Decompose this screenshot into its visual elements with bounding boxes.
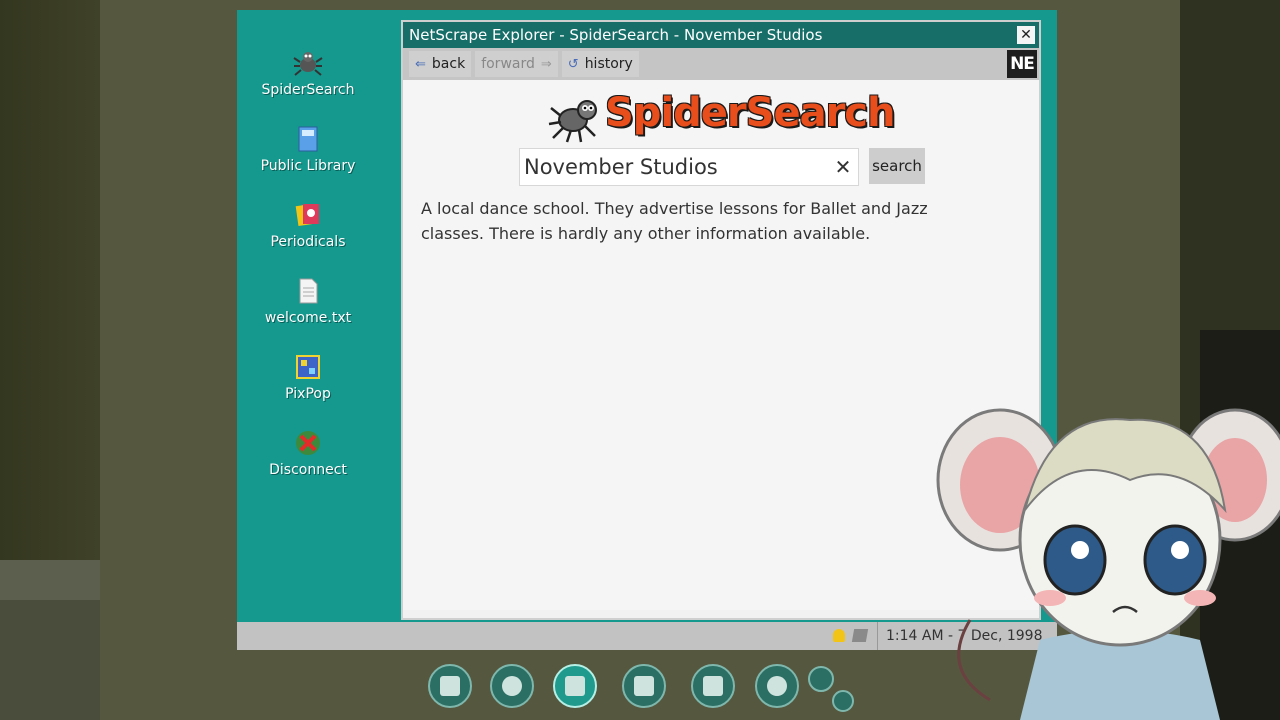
history-label: history [584,56,633,72]
notepad-icon [703,676,723,696]
files-icon [440,676,460,696]
dock-button-computer[interactable] [553,664,597,708]
desktop-icon-welcome-txt[interactable]: welcome.txt [237,276,379,326]
window-titlebar[interactable]: NetScrape Explorer - SpiderSearch - Nove… [403,22,1039,48]
lightbulb-icon [767,676,787,696]
desktop-icon-label: Public Library [260,158,356,174]
clear-search-button[interactable]: ✕ [830,153,856,181]
search-result-text: A local dance school. They advertise les… [421,199,928,243]
shelf-top [0,560,100,600]
dock-button-search[interactable] [490,664,534,708]
mouse-character-avatar [936,408,1280,720]
magazines-icon [295,203,319,227]
paint-icon [296,355,320,379]
notification-bell-icon[interactable] [833,629,845,642]
history-icon: ↺ [567,56,579,72]
search-field[interactable]: ✕ [519,148,859,186]
desktop-icon-spidersearch[interactable]: SpiderSearch [237,48,379,98]
dock-button-home[interactable] [622,664,666,708]
desktop-icon-label: Disconnect [269,462,347,478]
search-input[interactable] [524,153,824,181]
arrow-left-icon: ⇐ [415,56,426,72]
desktop-icon-disconnect[interactable]: Disconnect [237,428,379,478]
close-button[interactable]: ✕ [1017,26,1035,44]
magnifier-icon [502,676,522,696]
spidersearch-logo-text: SpiderSearch [605,90,895,136]
spidersearch-logo: SpiderSearch [547,88,907,144]
clear-icon: ✕ [834,155,852,179]
desktop-icon-label: PixPop [285,386,331,402]
dock-button-ideas[interactable] [755,664,799,708]
dock-button-tape[interactable] [808,666,834,692]
spider-logo-icon [548,100,597,143]
back-label: back [431,56,466,72]
network-icon[interactable] [851,629,869,642]
desktop-icon-pixpop[interactable]: PixPop [237,352,379,402]
window-title: NetScrape Explorer - SpiderSearch - Nove… [409,26,823,44]
close-icon: ✕ [1020,27,1032,43]
desktop-icon-label: Periodicals [270,234,346,250]
desktop-icon-label: SpiderSearch [261,82,355,98]
spider-icon [293,52,323,76]
desktop-icon-label: welcome.txt [264,310,352,326]
home-icon [634,676,654,696]
forward-label: forward [481,56,535,72]
dock-button-files[interactable] [428,664,472,708]
computer-icon [565,676,585,696]
browser-toolbar: ⇐ back forward ⇒ ↺ history NE [403,48,1039,80]
desktop-icon-public-library[interactable]: Public Library [237,124,379,174]
back-button[interactable]: ⇐ back [409,51,472,77]
forward-button[interactable]: forward ⇒ [475,51,558,77]
disconnect-icon [296,431,320,455]
history-button[interactable]: ↺ history [561,51,639,77]
desktop-icon-periodicals[interactable]: Periodicals [237,200,379,250]
arrow-right-icon: ⇒ [540,56,552,72]
books-icon [298,126,318,152]
browser-logo: NE [1007,50,1037,78]
dock-button-notes[interactable] [691,664,735,708]
text-file-icon [299,278,318,304]
search-button[interactable]: search [869,148,925,184]
settings-gear-icon[interactable] [832,690,854,712]
